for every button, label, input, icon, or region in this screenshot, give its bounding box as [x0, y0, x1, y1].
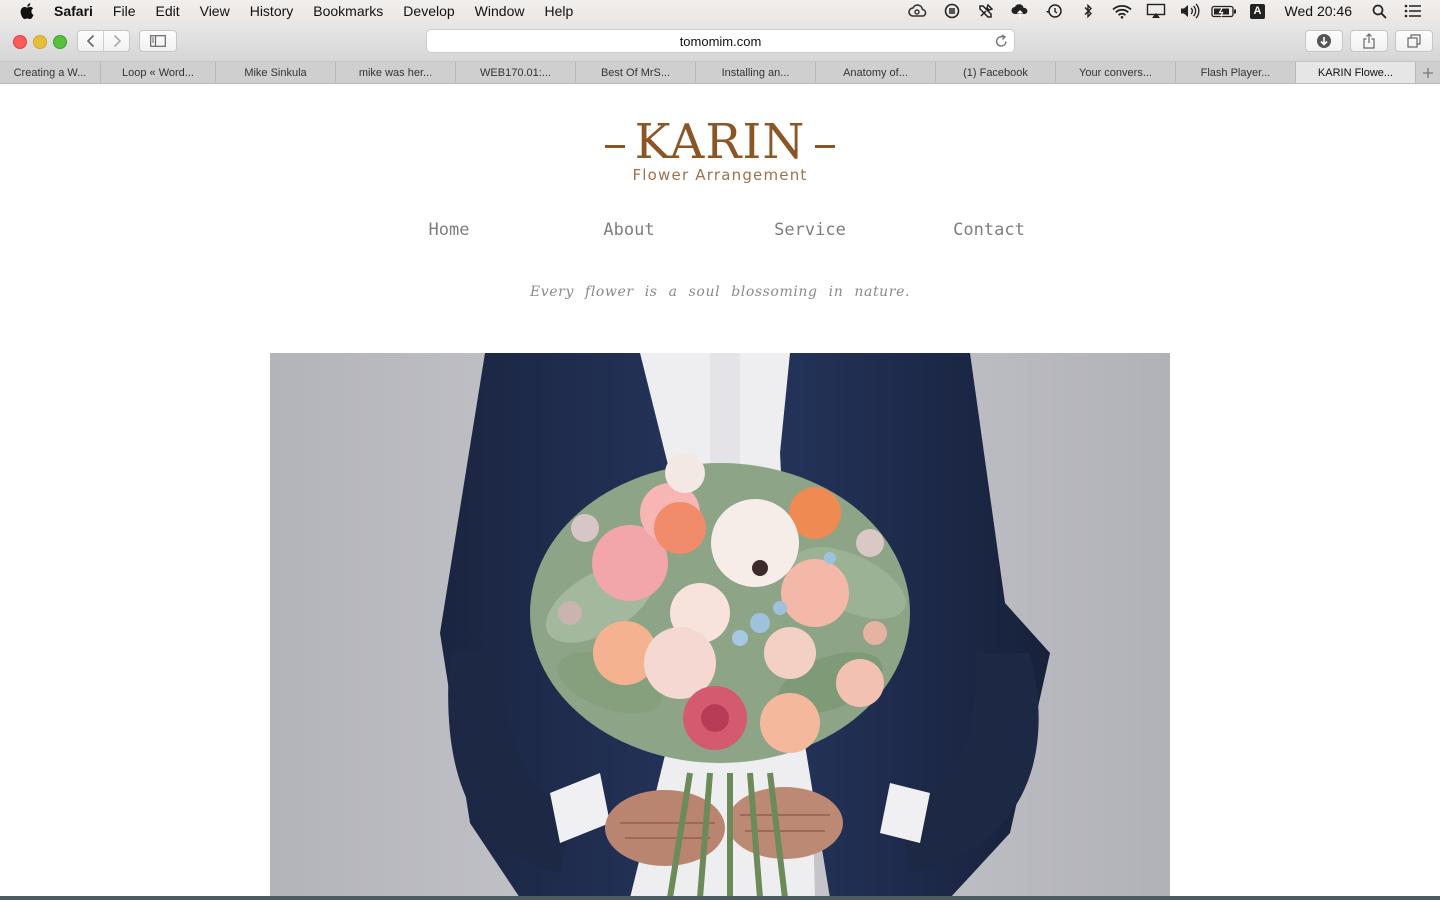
menu-view[interactable]: View: [190, 0, 240, 22]
nav-home[interactable]: Home: [429, 220, 470, 240]
window-close-button[interactable]: [13, 35, 27, 49]
share-icon: [1363, 33, 1375, 49]
browser-toolbar: tomomim.com: [0, 22, 1440, 62]
apple-menu-icon[interactable]: [0, 3, 54, 19]
address-bar[interactable]: tomomim.com: [426, 29, 1015, 53]
menu-history[interactable]: History: [240, 0, 304, 22]
tools-icon[interactable]: [969, 3, 1003, 19]
reload-icon[interactable]: [995, 34, 1008, 51]
chevron-left-icon: [86, 34, 94, 48]
address-url: tomomim.com: [679, 33, 762, 49]
tab-mike-was-here[interactable]: mike was her...: [336, 62, 456, 83]
tab-facebook[interactable]: (1) Facebook: [936, 62, 1056, 83]
vpn-icon[interactable]: [935, 3, 969, 19]
downloads-button[interactable]: [1305, 30, 1343, 52]
share-button[interactable]: [1350, 30, 1388, 52]
cloud-upload-icon[interactable]: [1003, 3, 1037, 19]
menu-help[interactable]: Help: [534, 0, 583, 22]
time-machine-icon[interactable]: [1037, 3, 1071, 19]
new-tab-button[interactable]: [1416, 62, 1440, 83]
sidebar-toggle-button[interactable]: [139, 30, 177, 52]
menu-clock[interactable]: Wed 20:46: [1275, 3, 1362, 19]
web-page: KARIN Flower Arrangement Home About Serv…: [0, 84, 1440, 896]
hero-bouquet-image: [270, 353, 1170, 896]
notification-center-icon[interactable]: [1396, 4, 1430, 18]
window-minimize-button[interactable]: [33, 35, 47, 49]
desktop-dock-edge: [0, 896, 1440, 900]
show-all-tabs-button[interactable]: [1395, 30, 1433, 52]
site-logo[interactable]: KARIN: [0, 112, 1440, 172]
input-source-label: A: [1250, 3, 1266, 19]
bluetooth-icon[interactable]: [1071, 3, 1105, 19]
download-icon: [1317, 34, 1331, 48]
history-nav-group: [77, 30, 130, 52]
back-button[interactable]: [78, 31, 103, 51]
window-zoom-button[interactable]: [53, 35, 67, 49]
tab-creating-a-w[interactable]: Creating a W...: [0, 62, 101, 83]
menu-app-name[interactable]: Safari: [54, 0, 103, 22]
menu-file[interactable]: File: [103, 0, 146, 22]
logo-subtitle: Flower Arrangement: [632, 166, 808, 184]
tab-loop-word[interactable]: Loop « Word...: [101, 62, 216, 83]
menu-bookmarks[interactable]: Bookmarks: [303, 0, 393, 22]
tab-karin-flower[interactable]: KARIN Flowe...: [1296, 62, 1416, 83]
site-nav: Home About Service Contact: [0, 220, 1440, 244]
logo-dash-right: [815, 144, 836, 148]
menu-window[interactable]: Window: [465, 0, 535, 22]
tab-installing-an[interactable]: Installing an...: [696, 62, 816, 83]
battery-icon[interactable]: [1207, 5, 1241, 18]
creative-cloud-icon[interactable]: [901, 4, 935, 18]
input-source-icon[interactable]: A: [1241, 3, 1275, 19]
spotlight-search-icon[interactable]: [1362, 4, 1396, 19]
sidebar-icon: [150, 35, 166, 47]
tab-anatomy-of[interactable]: Anatomy of...: [816, 62, 936, 83]
menu-bar: Safari File Edit View History Bookmarks …: [0, 0, 1440, 22]
logo-title: KARIN: [634, 114, 806, 170]
nav-service[interactable]: Service: [774, 220, 846, 240]
tab-best-of-mrs[interactable]: Best Of MrS...: [576, 62, 696, 83]
forward-button[interactable]: [103, 31, 129, 51]
status-area: A Wed 20:46: [901, 3, 1440, 19]
tab-flash-player[interactable]: Flash Player...: [1176, 62, 1296, 83]
tab-mike-sinkula[interactable]: Mike Sinkula: [216, 62, 336, 83]
plus-icon: [1423, 67, 1433, 78]
tab-bar: Creating a W... Loop « Word... Mike Sink…: [0, 62, 1440, 84]
menu-edit[interactable]: Edit: [145, 0, 189, 22]
tabs-overview-icon: [1407, 34, 1421, 48]
tagline: Every flower is a soul blossoming in nat…: [529, 284, 911, 300]
wifi-icon[interactable]: [1105, 4, 1139, 19]
tab-your-conversations[interactable]: Your convers...: [1056, 62, 1176, 83]
chevron-right-icon: [113, 34, 121, 48]
nav-contact[interactable]: Contact: [953, 220, 1025, 240]
nav-about[interactable]: About: [603, 220, 654, 240]
logo-dash-left: [604, 144, 625, 148]
tab-web170[interactable]: WEB170.01:...: [456, 62, 576, 83]
airplay-icon[interactable]: [1139, 3, 1173, 19]
volume-icon[interactable]: [1173, 3, 1207, 19]
menu-develop[interactable]: Develop: [393, 0, 464, 22]
